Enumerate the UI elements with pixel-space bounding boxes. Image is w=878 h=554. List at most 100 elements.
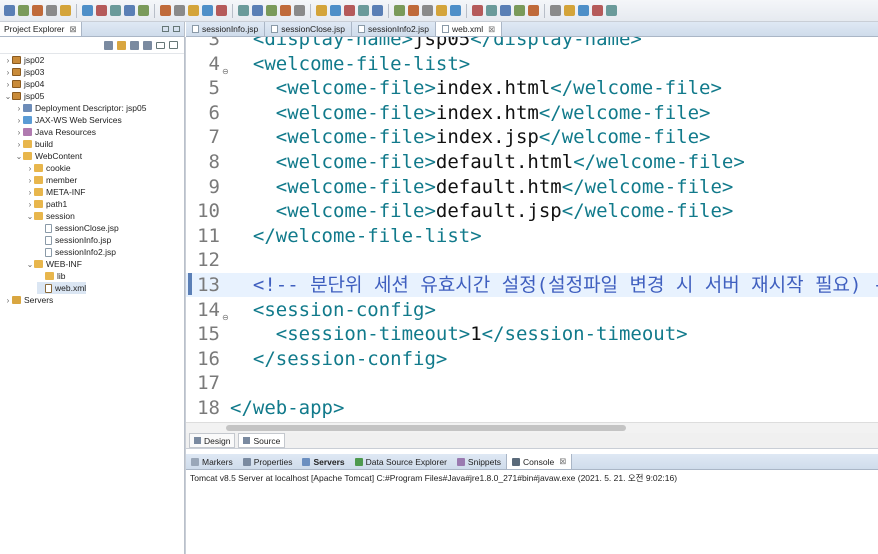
expand-arrow-icon[interactable]: ›: [26, 188, 34, 197]
expand-arrow-icon[interactable]: ⌄: [4, 92, 12, 101]
toolbar-button-icon[interactable]: [564, 5, 575, 16]
minimize-icon[interactable]: [162, 26, 169, 32]
tree-item[interactable]: web.xml: [37, 282, 87, 294]
toolbar-button-icon[interactable]: [46, 5, 57, 16]
collapse-all-icon[interactable]: [104, 40, 113, 50]
toolbar-button-icon[interactable]: [18, 5, 29, 16]
toolbar-button-icon[interactable]: [592, 5, 603, 16]
toolbar-button-icon[interactable]: [486, 5, 497, 16]
code-line[interactable]: 14 ⊖ <session-config>: [186, 298, 878, 322]
tree-item[interactable]: sessionInfo2.jsp: [37, 246, 116, 258]
close-icon[interactable]: ⊠: [559, 456, 566, 467]
code-line[interactable]: 16 </session-config>: [186, 347, 878, 371]
tree-item[interactable]: › Java Resources: [15, 126, 96, 138]
toolbar-button-icon[interactable]: [110, 5, 121, 16]
bottom-tab[interactable]: Properties: [238, 454, 298, 469]
expand-arrow-icon[interactable]: ›: [15, 128, 23, 137]
tree-item[interactable]: ⌄ session: [26, 210, 75, 222]
tree-item[interactable]: sessionInfo.jsp: [37, 234, 111, 246]
toolbar-button-icon[interactable]: [450, 5, 461, 16]
maximize-icon[interactable]: [173, 26, 180, 32]
toolbar-button-icon[interactable]: [202, 5, 213, 16]
code-line[interactable]: 10 <welcome-file>default.jsp</welcome-fi…: [186, 199, 878, 223]
minimize-icon[interactable]: [156, 41, 165, 49]
expand-arrow-icon[interactable]: ›: [26, 176, 34, 185]
view-menu-icon[interactable]: [143, 40, 152, 50]
code-line[interactable]: 13 <!-- 분단위 세션 유효시간 설정(설정파일 변경 시 서버 재시작 …: [186, 273, 878, 297]
toolbar-button-icon[interactable]: [160, 5, 171, 16]
expand-arrow-icon[interactable]: ⌄: [26, 212, 34, 221]
code-line[interactable]: 9 <welcome-file>default.htm</welcome-fil…: [186, 175, 878, 199]
close-icon[interactable]: ⊠: [69, 24, 76, 35]
tree-item[interactable]: ⌄ WEB-INF: [26, 258, 82, 270]
toolbar-button-icon[interactable]: [238, 5, 249, 16]
toolbar-button-icon[interactable]: [372, 5, 383, 16]
tree-item[interactable]: › META-INF: [26, 186, 86, 198]
toolbar-button-icon[interactable]: [472, 5, 483, 16]
bottom-tab[interactable]: Snippets: [452, 454, 506, 469]
toolbar-button-icon[interactable]: [252, 5, 263, 16]
bottom-tab[interactable]: Console ⊠: [506, 454, 573, 469]
bottom-tab[interactable]: Markers: [186, 454, 238, 469]
tree-item[interactable]: lib: [37, 270, 66, 282]
tree-item[interactable]: › path1: [26, 198, 68, 210]
toolbar-button-icon[interactable]: [394, 5, 405, 16]
tree-item[interactable]: › Deployment Descriptor: jsp05: [15, 102, 147, 114]
expand-arrow-icon[interactable]: ›: [15, 104, 23, 113]
toolbar-button-icon[interactable]: [294, 5, 305, 16]
expand-arrow-icon[interactable]: ›: [15, 116, 23, 125]
toolbar-button-icon[interactable]: [606, 5, 617, 16]
tree-item[interactable]: › jsp03: [4, 66, 45, 78]
expand-arrow-icon[interactable]: ›: [15, 140, 23, 149]
toolbar-button-icon[interactable]: [528, 5, 539, 16]
toolbar-button-icon[interactable]: [436, 5, 447, 16]
code-line[interactable]: 12: [186, 248, 878, 272]
tree-item[interactable]: › JAX-WS Web Services: [15, 114, 122, 126]
tree-item[interactable]: › Servers: [4, 294, 54, 306]
toolbar-button-icon[interactable]: [138, 5, 149, 16]
expand-arrow-icon[interactable]: ⌄: [15, 152, 23, 161]
toolbar-button-icon[interactable]: [344, 5, 355, 16]
editor-tab[interactable]: sessionInfo2.jsp: [352, 22, 436, 36]
maximize-icon[interactable]: [169, 41, 178, 49]
toolbar-button-icon[interactable]: [124, 5, 135, 16]
tree-item[interactable]: ⌄ jsp05: [4, 90, 45, 102]
expand-arrow-icon[interactable]: ⌄: [26, 260, 34, 269]
expand-arrow-icon[interactable]: ›: [26, 200, 34, 209]
expand-arrow-icon[interactable]: ›: [4, 68, 12, 77]
toolbar-button-icon[interactable]: [188, 5, 199, 16]
tree-item[interactable]: › jsp02: [4, 54, 45, 66]
toolbar-button-icon[interactable]: [280, 5, 291, 16]
toolbar-button-icon[interactable]: [422, 5, 433, 16]
tree-item[interactable]: › cookie: [26, 162, 71, 174]
toolbar-button-icon[interactable]: [578, 5, 589, 16]
toolbar-button-icon[interactable]: [4, 5, 15, 16]
mode-tab[interactable]: Source: [238, 433, 286, 448]
link-editor-icon[interactable]: [117, 40, 126, 50]
editor-tab[interactable]: sessionClose.jsp: [265, 22, 353, 36]
toolbar-button-icon[interactable]: [96, 5, 107, 16]
code-line[interactable]: 8 <welcome-file>default.html</welcome-fi…: [186, 150, 878, 174]
close-icon[interactable]: ⊠: [488, 24, 495, 35]
tree-item[interactable]: › jsp04: [4, 78, 45, 90]
toolbar-button-icon[interactable]: [216, 5, 227, 16]
xml-source-editor[interactable]: 3 <display-name>jsp05</display-name> 4 ⊖ <…: [186, 37, 878, 422]
expand-arrow-icon[interactable]: ›: [26, 164, 34, 173]
toolbar-button-icon[interactable]: [316, 5, 327, 16]
expand-arrow-icon[interactable]: ›: [4, 80, 12, 89]
scrollbar-thumb[interactable]: [226, 425, 626, 431]
tree-item[interactable]: › build: [15, 138, 53, 150]
code-line[interactable]: 6 <welcome-file>index.htm</welcome-file>: [186, 101, 878, 125]
expand-arrow-icon[interactable]: ›: [4, 296, 12, 305]
editor-tab[interactable]: sessionInfo.jsp: [186, 22, 266, 36]
toolbar-button-icon[interactable]: [32, 5, 43, 16]
filter-icon[interactable]: [130, 40, 139, 50]
tab-project-explorer[interactable]: Project Explorer ⊠: [0, 22, 82, 36]
code-line[interactable]: 3 <display-name>jsp05</display-name>: [186, 37, 878, 51]
toolbar-button-icon[interactable]: [60, 5, 71, 16]
tree-item[interactable]: › member: [26, 174, 78, 186]
mode-tab[interactable]: Design: [189, 433, 236, 448]
toolbar-button-icon[interactable]: [174, 5, 185, 16]
toolbar-button-icon[interactable]: [408, 5, 419, 16]
code-line[interactable]: 5 <welcome-file>index.html</welcome-file…: [186, 76, 878, 100]
